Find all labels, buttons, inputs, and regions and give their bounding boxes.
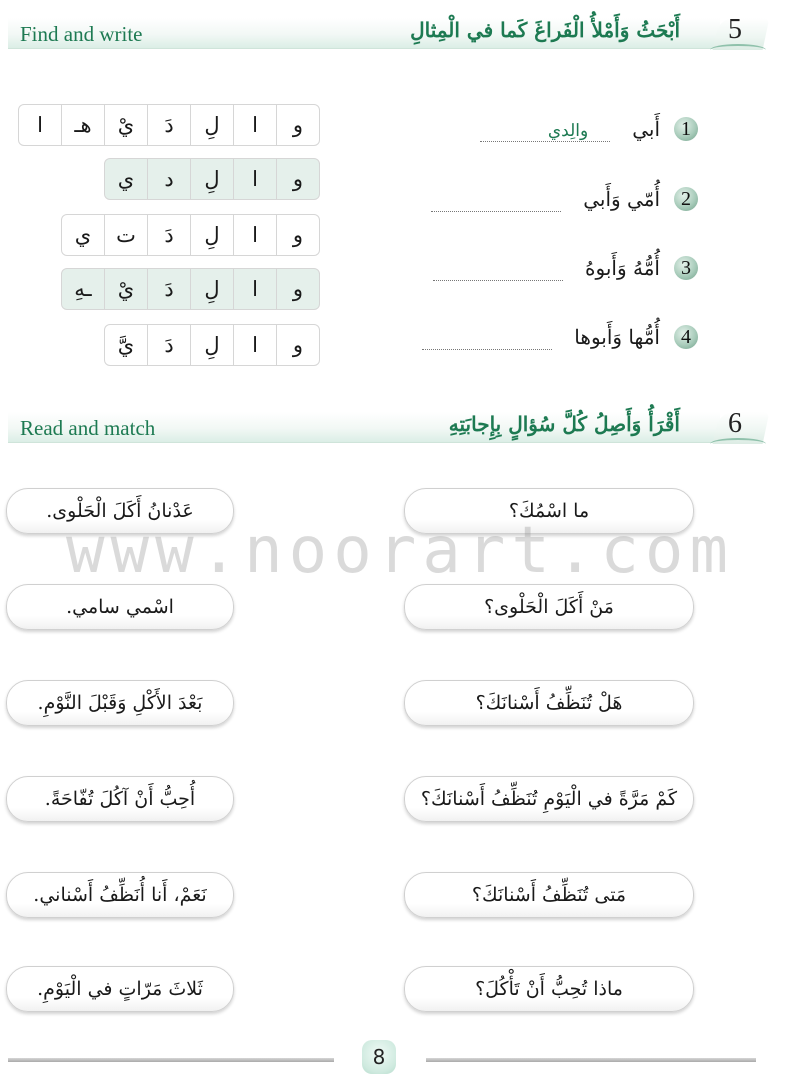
fill-question: 4 أُمُّها وَأَبوها [422, 320, 698, 354]
letter-cell: ا [37, 113, 43, 137]
question-number-badge: 1 [674, 117, 698, 141]
letter-grid-row: و ا لِ د ي [104, 158, 320, 200]
question-card[interactable]: مَتى تُنَظِّفُ أَسْنانَكَ؟ [404, 872, 694, 918]
exercise-6-title-en: Read and match [20, 416, 156, 440]
question-text: أَبي [632, 117, 660, 141]
exercise-6-header: Read and match أَقْرَأُ وَأَصِلُ كُلَّ س… [8, 404, 770, 446]
letter-cell: يْ [104, 269, 147, 309]
letter-cell: هـ [61, 105, 104, 145]
letter-cell: د [147, 159, 190, 199]
answer-card[interactable]: عَدْنانُ أَكَلَ الْحَلْوى. [6, 488, 234, 534]
letter-cell: ـهِ [74, 277, 92, 301]
exercise-number-tab: 5 [708, 10, 770, 52]
answer-card[interactable]: أُحِبُّ أَنْ آكُلَ تُفّاحَةً. [6, 776, 234, 822]
fill-question: 2 أُمّي وَأَبي [431, 182, 698, 216]
answer-card[interactable]: اسْمي سامي. [6, 584, 234, 630]
letter-grid-row: و ا لِ دَ ت ي [61, 214, 320, 256]
letter-cell: دَ [147, 215, 190, 255]
letter-cell: لِ [190, 269, 233, 309]
letter-cell: ت [104, 215, 147, 255]
footer-line-right [426, 1058, 756, 1062]
letter-cell: لِ [190, 159, 233, 199]
exercise-5-title-ar: أَبْحَثُ وَأَمْلأُ الْفَراغَ كَما في الْ… [410, 18, 680, 42]
answer-text: والِدي [545, 120, 591, 141]
letter-cell: و [276, 325, 319, 365]
question-text: أُمُّهُ وَأَبوهُ [585, 256, 660, 280]
letter-cell: و [276, 269, 319, 309]
exercise-5-number: 5 [728, 14, 742, 45]
question-card[interactable]: مَنْ أَكَلَ الْحَلْوى؟ [404, 584, 694, 630]
letter-cell: ا [233, 325, 276, 365]
page-number: 8 [362, 1040, 396, 1074]
answer-blank[interactable]: والِدي [480, 117, 611, 142]
letter-cell: لِ [190, 215, 233, 255]
question-card[interactable]: ماذا تُحِبُّ أَنْ تَأْكُلَ؟ [404, 966, 694, 1012]
question-card[interactable]: هَلْ تُنَظِّفُ أَسْنانَكَ؟ [404, 680, 694, 726]
answer-card[interactable]: ثَلاثَ مَرّاتٍ في الْيَوْمِ. [6, 966, 234, 1012]
exercise-5-title-en: Find and write [20, 22, 143, 46]
exercise-6-number: 6 [728, 408, 742, 439]
letter-cell: يَّ [117, 333, 135, 357]
letter-cell: و [276, 215, 319, 255]
question-text: أُمّي وَأَبي [583, 187, 660, 211]
question-card[interactable]: ما اسْمُكَ؟ [404, 488, 694, 534]
letter-cell: دَ [147, 325, 190, 365]
letter-cell: ا [233, 269, 276, 309]
letter-cell: يْ [104, 105, 147, 145]
answer-blank[interactable] [431, 187, 562, 212]
letter-cell: و [276, 105, 319, 145]
answer-blank[interactable] [433, 256, 564, 281]
letter-cell: و [276, 159, 319, 199]
letter-grid-row: و ا لِ دَ يَّ [104, 324, 320, 366]
letter-cell: ا [233, 215, 276, 255]
exercise-number-tab: 6 [708, 404, 770, 446]
letter-cell: لِ [190, 325, 233, 365]
answer-blank[interactable] [422, 325, 553, 350]
letter-cell: ي [117, 167, 135, 191]
question-number-badge: 3 [674, 256, 698, 280]
question-number-badge: 4 [674, 325, 698, 349]
letter-cell: دَ [147, 269, 190, 309]
letter-cell: ي [74, 223, 92, 247]
exercise-6-title-ar: أَقْرَأُ وَأَصِلُ كُلَّ سُؤالٍ بِإِجابَت… [448, 412, 680, 436]
letter-grid-row: و ا لِ دَ يْ هـ ا [18, 104, 320, 146]
question-number-badge: 2 [674, 187, 698, 211]
question-card[interactable]: كَمْ مَرَّةً في الْيَوْمِ تُنَظِّفُ أَسْ… [404, 776, 694, 822]
letter-cell: دَ [147, 105, 190, 145]
exercise-5-header: Find and write أَبْحَثُ وَأَمْلأُ الْفَر… [8, 10, 770, 52]
footer-line-left [8, 1058, 334, 1062]
letter-cell: ا [233, 159, 276, 199]
letter-cell: ا [233, 105, 276, 145]
letter-grid-row: و ا لِ دَ يْ ـهِ [61, 268, 320, 310]
fill-question: 1 أَبي والِدي [480, 112, 698, 146]
answer-card[interactable]: نَعَمْ، أَنا أُنَظِّفُ أَسْناني. [6, 872, 234, 918]
question-text: أُمُّها وَأَبوها [574, 325, 660, 349]
fill-question: 3 أُمُّهُ وَأَبوهُ [433, 251, 698, 285]
letter-cell: لِ [190, 105, 233, 145]
answer-card[interactable]: بَعْدَ الأَكْلِ وَقَبْلَ النَّوْمِ. [6, 680, 234, 726]
